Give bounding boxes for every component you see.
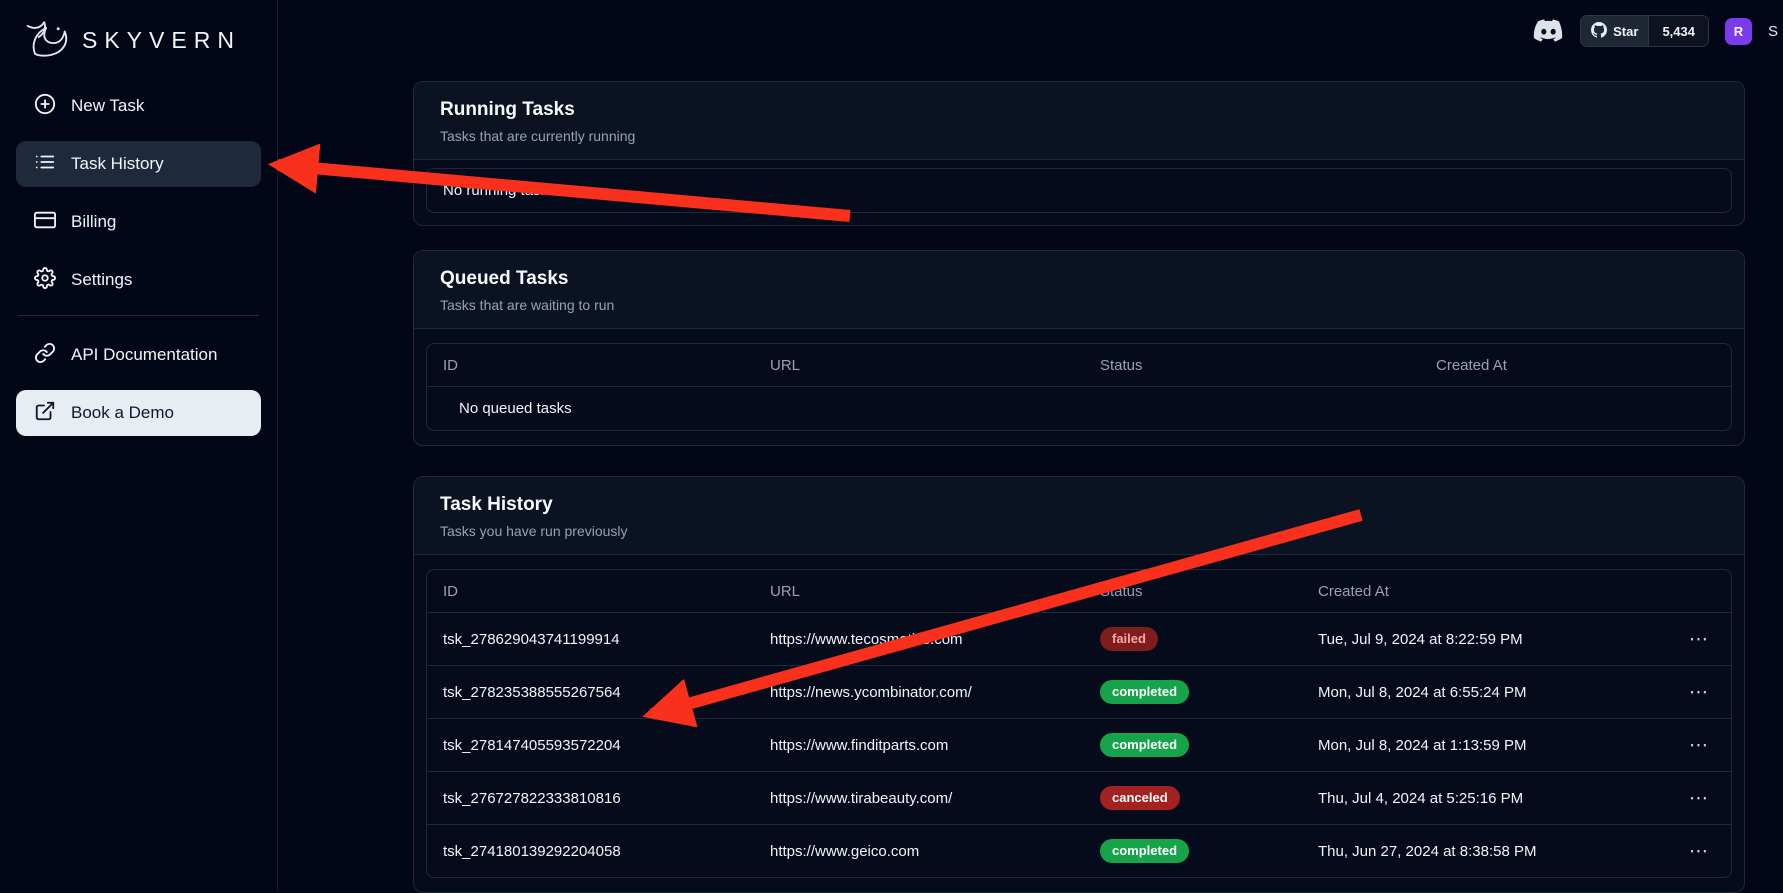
sidebar-item-label: API Documentation [71,345,217,365]
running-tasks-card: Running Tasks Tasks that are currently r… [413,81,1745,226]
task-id: tsk_276727822333810816 [443,790,770,807]
column-header-url: URL [770,583,1100,600]
github-star-button[interactable]: Star [1581,16,1648,46]
sidebar-item-new-task[interactable]: New Task [16,83,261,129]
sidebar-item-task-history[interactable]: Task History [16,141,261,187]
column-header-url: URL [770,357,1100,374]
sidebar-item-settings[interactable]: Settings [16,257,261,303]
task-created-at: Thu, Jun 27, 2024 at 8:38:58 PM [1318,843,1667,860]
queued-empty-state: No queued tasks [427,386,1731,430]
sidebar-item-api-documentation[interactable]: API Documentation [16,332,261,378]
column-header-status: Status [1100,357,1436,374]
github-icon [1591,22,1607,41]
queued-table-header: ID URL Status Created At [427,344,1731,386]
sidebar-item-label: Task History [71,154,164,174]
row-actions-button[interactable]: ⋯ [1667,787,1731,810]
row-actions-button[interactable]: ⋯ [1667,840,1731,863]
task-id: tsk_278629043741199914 [443,631,770,648]
sidebar-item-label: Billing [71,212,116,232]
task-history-card: Task History Tasks you have run previous… [413,476,1745,893]
status-badge: completed [1100,733,1189,757]
discord-icon[interactable] [1533,19,1564,43]
task-url: https://www.tecosmetics.com [770,631,1100,648]
running-tasks-header: Running Tasks Tasks that are currently r… [414,82,1744,160]
table-row[interactable]: tsk_278629043741199914 https://www.tecos… [427,612,1731,665]
table-row[interactable]: tsk_276727822333810816 https://www.tirab… [427,771,1731,824]
skyvern-dragon-icon [22,16,74,65]
sidebar-item-billing[interactable]: Billing [16,199,261,245]
sidebar-item-book-a-demo[interactable]: Book a Demo [16,390,261,436]
status-badge: failed [1100,627,1158,651]
task-id: tsk_274180139292204058 [443,843,770,860]
queued-tasks-card: Queued Tasks Tasks that are waiting to r… [413,250,1745,446]
credit-card-icon [34,209,56,236]
sidebar-divider [18,315,259,316]
table-row[interactable]: tsk_278147405593572204 https://www.findi… [427,718,1731,771]
task-created-at: Tue, Jul 9, 2024 at 8:22:59 PM [1318,631,1667,648]
card-subtitle: Tasks you have run previously [440,523,1718,539]
column-header-created-at: Created At [1436,357,1731,374]
main-content: Running Tasks Tasks that are currently r… [413,81,1745,893]
column-header-status: Status [1100,583,1318,600]
status-badge: completed [1100,839,1189,863]
card-title: Task History [440,494,1718,516]
list-icon [34,151,56,178]
gear-icon [34,267,56,294]
table-row[interactable]: tsk_278235388555267564 https://news.ycom… [427,665,1731,718]
card-title: Queued Tasks [440,268,1718,290]
row-actions-button[interactable]: ⋯ [1667,681,1731,704]
card-subtitle: Tasks that are currently running [440,128,1718,144]
running-empty-state: No running tasks [427,169,1731,212]
github-star-count[interactable]: 5,434 [1648,16,1708,46]
github-star-widget: Star 5,434 [1580,15,1709,47]
sidebar: SKYVERN New Task Task History Billing [0,0,278,890]
task-created-at: Thu, Jul 4, 2024 at 5:25:16 PM [1318,790,1667,807]
task-history-header: Task History Tasks you have run previous… [414,477,1744,555]
sidebar-item-label: New Task [71,96,144,116]
user-label: S [1768,23,1778,40]
queued-tasks-header: Queued Tasks Tasks that are waiting to r… [414,251,1744,329]
task-created-at: Mon, Jul 8, 2024 at 1:13:59 PM [1318,737,1667,754]
link-icon [34,342,56,369]
card-title: Running Tasks [440,99,1718,121]
external-link-icon [34,400,56,427]
status-badge: completed [1100,680,1189,704]
brand-name: SKYVERN [82,27,241,54]
card-subtitle: Tasks that are waiting to run [440,297,1718,313]
sidebar-item-label: Book a Demo [71,403,174,423]
column-header-id: ID [443,357,770,374]
topbar: Star 5,434 R S [278,14,1783,48]
task-url: https://www.tirabeauty.com/ [770,790,1100,807]
column-header-id: ID [443,583,770,600]
task-url: https://www.finditparts.com [770,737,1100,754]
plus-circle-icon [34,93,56,120]
task-url: https://news.ycombinator.com/ [770,684,1100,701]
avatar[interactable]: R [1725,18,1752,45]
task-id: tsk_278147405593572204 [443,737,770,754]
table-row[interactable]: tsk_274180139292204058 https://www.geico… [427,824,1731,877]
sidebar-item-label: Settings [71,270,132,290]
skyvern-logo[interactable]: SKYVERN [16,12,261,83]
github-star-label: Star [1613,24,1638,39]
row-actions-button[interactable]: ⋯ [1667,734,1731,757]
row-actions-button[interactable]: ⋯ [1667,628,1731,651]
task-url: https://www.geico.com [770,843,1100,860]
history-table-header: ID URL Status Created At [427,570,1731,612]
task-created-at: Mon, Jul 8, 2024 at 6:55:24 PM [1318,684,1667,701]
status-badge: canceled [1100,786,1180,810]
task-id: tsk_278235388555267564 [443,684,770,701]
column-header-created-at: Created At [1318,583,1667,600]
